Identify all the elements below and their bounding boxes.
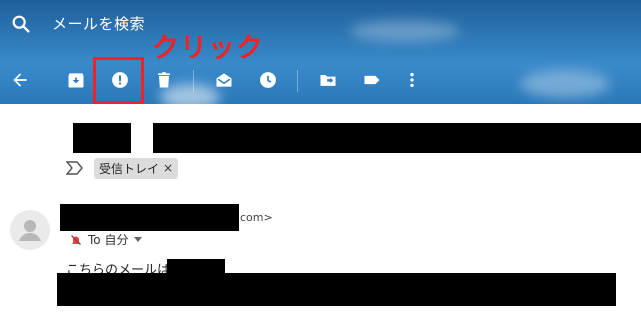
toolbar-divider [297,70,298,92]
sender-address-tail: com> [240,211,273,224]
label-chip-text: 受信トレイ [99,161,160,176]
label-icon [364,75,380,85]
back-button[interactable] [8,68,32,92]
avatar[interactable] [10,210,50,250]
importance-marker-icon[interactable] [66,161,84,175]
recipient-row[interactable]: To 自分 [70,231,143,248]
redacted-subject [153,123,641,153]
redacted-sender [60,204,239,231]
mark-unread-icon [216,73,232,87]
click-highlight-box [93,57,144,104]
more-vert-icon [410,72,414,88]
move-to-button[interactable] [316,68,340,92]
labels-button[interactable] [360,68,384,92]
redacted-body [57,273,616,306]
archive-icon [68,73,84,88]
label-chip-close-icon[interactable]: × [163,161,173,175]
clock-icon [260,72,276,88]
inbox-label-chip[interactable]: 受信トレイ × [94,157,179,179]
redacted-block [73,123,131,153]
toolbar-divider [193,70,194,92]
snooze-button[interactable] [256,68,280,92]
search-input[interactable]: メールを検索 [52,13,145,34]
mark-unread-button[interactable] [212,68,236,92]
arrow-left-icon [13,73,27,87]
more-options-button[interactable] [400,68,424,92]
archive-button[interactable] [64,68,88,92]
search-icon[interactable] [10,13,32,35]
chevron-down-icon[interactable] [134,236,143,243]
person-icon [19,220,41,241]
recipient-text: To 自分 [88,233,129,247]
notification-off-icon [71,234,81,245]
search-bar[interactable]: メールを検索 [0,0,641,48]
label-row: 受信トレイ × [66,157,179,179]
delete-button[interactable] [152,68,176,92]
move-to-folder-icon [320,75,336,86]
trash-icon [158,72,170,88]
